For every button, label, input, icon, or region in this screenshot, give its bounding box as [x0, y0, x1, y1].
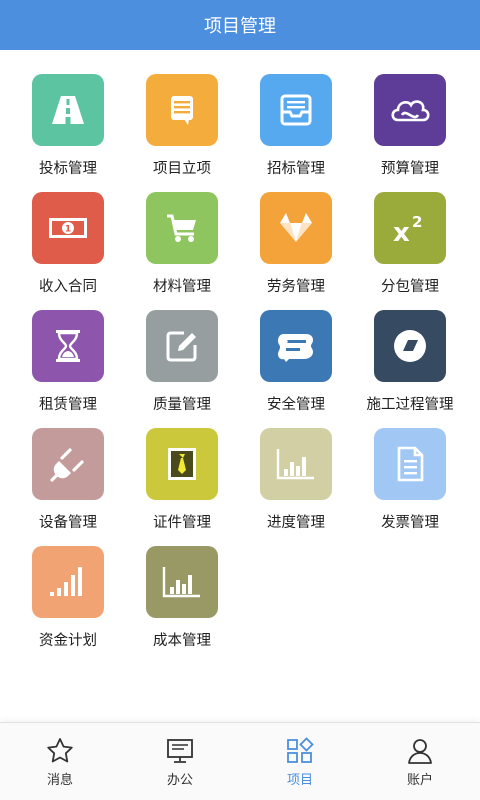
money-icon: 1	[32, 192, 104, 264]
module-label: 材料管理	[153, 279, 211, 295]
module-label: 证件管理	[153, 515, 211, 531]
signal-icon	[32, 546, 104, 618]
module-label: 成本管理	[153, 633, 211, 649]
module-labor[interactable]: 劳务管理	[239, 192, 353, 302]
module-progress[interactable]: 进度管理	[239, 428, 353, 538]
module-budget[interactable]: 预算管理	[353, 74, 467, 184]
superscript-icon: x 2	[374, 192, 446, 264]
message-list-icon	[146, 74, 218, 146]
bar-chart-icon	[146, 546, 218, 618]
module-label: 招标管理	[267, 161, 325, 177]
module-label: 投标管理	[39, 161, 97, 177]
module-project-setup[interactable]: 项目立项	[125, 74, 239, 184]
svg-text:2: 2	[412, 213, 422, 231]
document-icon	[374, 428, 446, 500]
module-label: 资金计划	[39, 633, 97, 649]
bottom-tab-bar: 消息 办公 项目 账户	[0, 722, 480, 800]
tab-label: 消息	[46, 773, 73, 788]
module-subcontract[interactable]: x 2 分包管理	[353, 192, 467, 302]
module-bid[interactable]: 投标管理	[11, 74, 125, 184]
hourglass-icon	[32, 310, 104, 382]
tab-messages[interactable]: 消息	[0, 723, 120, 800]
module-lease[interactable]: 租赁管理	[11, 310, 125, 420]
svg-text:x: x	[393, 218, 410, 248]
page-title: 项目管理	[204, 16, 276, 37]
module-label: 质量管理	[153, 397, 211, 413]
module-label: 项目立项	[153, 161, 211, 177]
module-tender[interactable]: 招标管理	[239, 74, 353, 184]
module-label: 预算管理	[381, 161, 439, 177]
module-label: 安全管理	[267, 397, 325, 413]
star-icon	[47, 738, 73, 763]
bar-chart-icon	[260, 428, 332, 500]
svg-text:1: 1	[65, 225, 71, 235]
chat-bubble-icon	[260, 310, 332, 382]
module-label: 分包管理	[381, 279, 439, 295]
grid-icon	[287, 737, 314, 763]
tab-label: 办公	[166, 773, 193, 788]
tab-label: 账户	[406, 773, 433, 788]
app-header: 项目管理	[0, 0, 480, 50]
edit-icon	[146, 310, 218, 382]
module-label: 劳务管理	[267, 279, 325, 295]
module-fund-plan[interactable]: 资金计划	[11, 546, 125, 656]
inbox-icon	[260, 74, 332, 146]
tab-office[interactable]: 办公	[120, 723, 240, 800]
tab-project[interactable]: 项目	[240, 723, 360, 800]
fox-icon	[260, 192, 332, 264]
module-quality[interactable]: 质量管理	[125, 310, 239, 420]
cart-icon	[146, 192, 218, 264]
tab-account[interactable]: 账户	[360, 723, 480, 800]
module-label: 发票管理	[381, 515, 439, 531]
tab-label: 项目	[286, 773, 313, 788]
plug-icon	[32, 428, 104, 500]
module-invoice[interactable]: 发票管理	[353, 428, 467, 538]
module-label: 租赁管理	[39, 397, 97, 413]
module-label: 设备管理	[39, 515, 97, 531]
module-label: 施工过程管理	[366, 397, 454, 413]
id-tie-icon	[146, 428, 218, 500]
cloud-icon	[374, 74, 446, 146]
monitor-icon	[167, 739, 193, 763]
user-icon	[408, 739, 432, 764]
module-certificate[interactable]: 证件管理	[125, 428, 239, 538]
module-label: 进度管理	[267, 515, 325, 531]
module-equipment[interactable]: 设备管理	[11, 428, 125, 538]
module-safety[interactable]: 安全管理	[239, 310, 353, 420]
module-income-contract[interactable]: 1 收入合同	[11, 192, 125, 302]
module-material[interactable]: 材料管理	[125, 192, 239, 302]
module-label: 收入合同	[39, 279, 97, 295]
road-icon	[32, 74, 104, 146]
eraser-icon	[374, 310, 446, 382]
module-construction-process[interactable]: 施工过程管理	[353, 310, 467, 420]
module-cost[interactable]: 成本管理	[125, 546, 239, 656]
